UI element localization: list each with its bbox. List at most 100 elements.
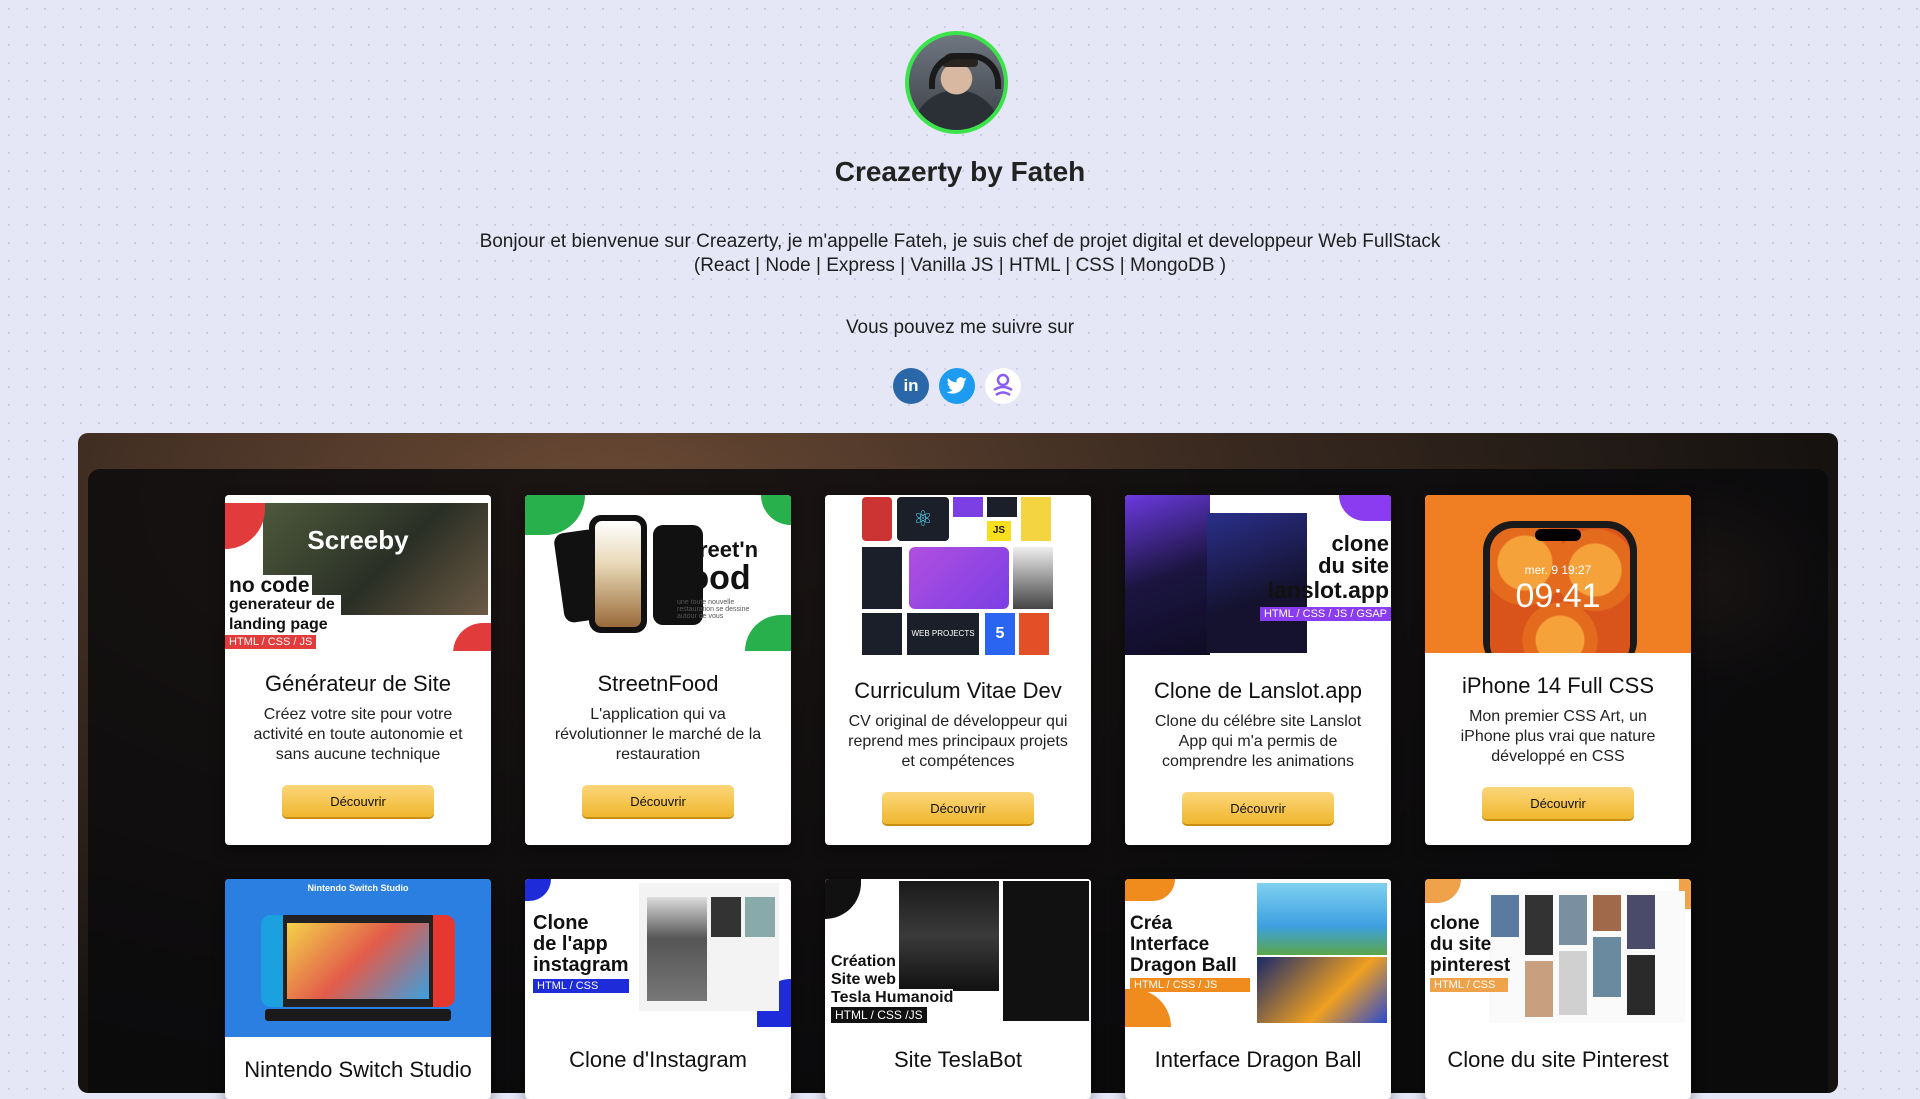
thumb-tile bbox=[953, 497, 983, 517]
thumb-line-2: de l'app bbox=[533, 933, 608, 955]
project-title: Site TeslaBot bbox=[893, 1047, 1022, 1072]
thumb-line-3: Dragon Ball bbox=[1130, 955, 1237, 976]
project-card-nintendo[interactable]: Nintendo Switch Studio Nintendo Switch S… bbox=[225, 879, 491, 1099]
project-thumbnail: mer. 9 19:27 09:41 bbox=[1425, 495, 1691, 653]
intro-text: Bonjour et bienvenue sur Creazerty, je m… bbox=[0, 230, 1920, 278]
thumb-line-3: instagram bbox=[533, 954, 629, 976]
thumb-heading: Screeby bbox=[307, 525, 409, 555]
project-description: CV original de développeur qui reprend m… bbox=[848, 713, 1068, 770]
project-description: L'application qui va révolutionner le ma… bbox=[554, 706, 762, 763]
thumb-heading: Nintendo Switch Studio bbox=[307, 883, 409, 893]
thumb-tag: HTML / CSS bbox=[533, 979, 629, 993]
switch-console bbox=[261, 915, 455, 1007]
project-thumbnail: clone du site lanslot.app HTML / CSS / J… bbox=[1125, 495, 1391, 658]
project-description: Créez votre site pour votre activité en … bbox=[253, 706, 463, 763]
thumb-accent bbox=[453, 623, 491, 651]
thumb-tile bbox=[862, 613, 902, 655]
project-title: Clone d'Instagram bbox=[569, 1047, 747, 1072]
project-thumbnail: ⚛ JS WEB PROJECTS 5 bbox=[825, 495, 1091, 658]
thumb-accent bbox=[1339, 495, 1391, 521]
react-icon: ⚛ bbox=[897, 497, 949, 541]
project-card-instagram[interactable]: Clone de l'app instagram HTML / CSS Clon… bbox=[525, 879, 791, 1099]
linktree-icon bbox=[993, 373, 1013, 397]
thumb-line-2: Site web bbox=[831, 971, 896, 989]
thumb-tag: HTML / CSS / JS bbox=[225, 635, 317, 649]
project-title: iPhone 14 Full CSS bbox=[1462, 673, 1654, 698]
project-card-lanslot[interactable]: clone du site lanslot.app HTML / CSS / J… bbox=[1125, 495, 1391, 845]
thumb-dock bbox=[265, 1009, 451, 1021]
project-title: Clone du site Pinterest bbox=[1447, 1047, 1669, 1072]
twitter-icon bbox=[946, 377, 967, 394]
html5-icon bbox=[1019, 613, 1049, 655]
project-title: Nintendo Switch Studio bbox=[244, 1057, 472, 1082]
project-card-iphone[interactable]: mer. 9 19:27 09:41 iPhone 14 Full CSS Mo… bbox=[1425, 495, 1691, 845]
intro-line-1: Bonjour et bienvenue sur Creazerty, je m… bbox=[479, 231, 1441, 252]
project-thumbnail: Nintendo Switch Studio bbox=[225, 879, 491, 1037]
linkedin-link[interactable]: in bbox=[893, 368, 929, 404]
thumb-tile bbox=[1013, 547, 1053, 609]
thumb-line-3: Tesla Humanoid bbox=[831, 989, 954, 1007]
thumb-line-3: lanslot.app bbox=[1267, 577, 1389, 603]
linkedin-icon: in bbox=[903, 376, 919, 395]
project-thumbnail: Créa Interface Dragon Ball HTML / CSS / … bbox=[1125, 879, 1391, 1027]
linktree-link[interactable] bbox=[985, 368, 1021, 404]
thumb-accent bbox=[761, 495, 791, 525]
thumb-line-2: Interface bbox=[1130, 934, 1210, 955]
thumb-tile bbox=[909, 547, 1009, 609]
thumb-screenshot bbox=[1489, 891, 1685, 1023]
project-title: Générateur de Site bbox=[265, 671, 451, 696]
project-thumbnail: Création Site web Tesla Humanoid HTML / … bbox=[825, 879, 1091, 1027]
project-thumbnail: Screeby no code generateur de landing pa… bbox=[225, 495, 491, 651]
thumb-phone bbox=[589, 515, 647, 633]
thumb-tag: HTML / CSS bbox=[1430, 978, 1508, 992]
thumb-tile bbox=[862, 547, 902, 609]
project-title: Clone de Lanslot.app bbox=[1154, 678, 1362, 703]
thumb-line-3: pinterest bbox=[1430, 955, 1511, 976]
project-description: Clone du célébre site Lanslot App qui m'… bbox=[1154, 713, 1362, 770]
thumb-tile bbox=[1021, 497, 1051, 541]
avatar bbox=[905, 31, 1008, 134]
project-card-pinterest[interactable]: clone du site pinterest HTML / CSS Clone… bbox=[1425, 879, 1691, 1099]
project-card-streetnfood[interactable]: Street'n food une toute nouvelle restaur… bbox=[525, 495, 791, 845]
iphone-clock: 09:41 bbox=[1515, 577, 1601, 615]
project-card-cv-dev[interactable]: ⚛ JS WEB PROJECTS 5 Curriculum Vitae Dev… bbox=[825, 495, 1091, 845]
thumb-accent bbox=[1125, 989, 1171, 1027]
thumb-tile bbox=[862, 497, 892, 541]
thumb-line-1: clone bbox=[1331, 531, 1389, 556]
follow-label: Vous pouvez me suivre sur bbox=[845, 317, 1075, 338]
js-icon: JS bbox=[987, 521, 1011, 541]
thumb-accent bbox=[745, 615, 791, 651]
discover-button[interactable]: Découvrir bbox=[882, 792, 1034, 824]
project-title: Curriculum Vitae Dev bbox=[854, 678, 1062, 703]
avatar-headphones bbox=[929, 53, 1001, 89]
thumb-screenshot bbox=[899, 881, 999, 991]
thumb-line-1: Créa bbox=[1130, 913, 1173, 934]
thumb-tile bbox=[987, 497, 1017, 517]
thumb-sub-text: une toute nouvelle restauration se dessi… bbox=[677, 599, 750, 620]
thumb-heading: Street'n bbox=[677, 537, 759, 562]
thumb-tag: HTML / CSS / JS / GSAP bbox=[1259, 607, 1391, 621]
css3-icon: 5 bbox=[985, 613, 1015, 655]
project-description: Mon premier CSS Art, un iPhone plus vrai… bbox=[1460, 708, 1656, 765]
project-card-site-generator[interactable]: Screeby no code generateur de landing pa… bbox=[225, 495, 491, 845]
thumb-accent bbox=[525, 879, 551, 901]
thumb-big-text: no code bbox=[227, 574, 312, 597]
project-thumbnail: clone du site pinterest HTML / CSS bbox=[1425, 879, 1691, 1027]
thumb-line-1: clone bbox=[1430, 913, 1480, 934]
discover-button[interactable]: Découvrir bbox=[1482, 787, 1634, 819]
discover-button[interactable]: Découvrir bbox=[582, 785, 734, 817]
thumb-line-1: Création bbox=[831, 953, 896, 971]
thumb-big-text: food bbox=[677, 559, 751, 597]
thumb-line-2: du site bbox=[1318, 553, 1389, 578]
project-thumbnail: Street'n food une toute nouvelle restaur… bbox=[525, 495, 791, 651]
project-card-dragonball[interactable]: Créa Interface Dragon Ball HTML / CSS / … bbox=[1125, 879, 1391, 1099]
dynamic-island bbox=[1535, 529, 1581, 541]
project-thumbnail: Clone de l'app instagram HTML / CSS bbox=[525, 879, 791, 1027]
thumb-accent bbox=[825, 879, 861, 919]
thumb-screenshot bbox=[639, 883, 779, 1011]
project-card-teslabot[interactable]: Création Site web Tesla Humanoid HTML / … bbox=[825, 879, 1091, 1099]
discover-button[interactable]: Découvrir bbox=[282, 785, 434, 817]
discover-button[interactable]: Découvrir bbox=[1182, 792, 1334, 824]
thumb-sub-text: generateur de landing page bbox=[227, 595, 341, 635]
twitter-link[interactable] bbox=[939, 368, 975, 404]
